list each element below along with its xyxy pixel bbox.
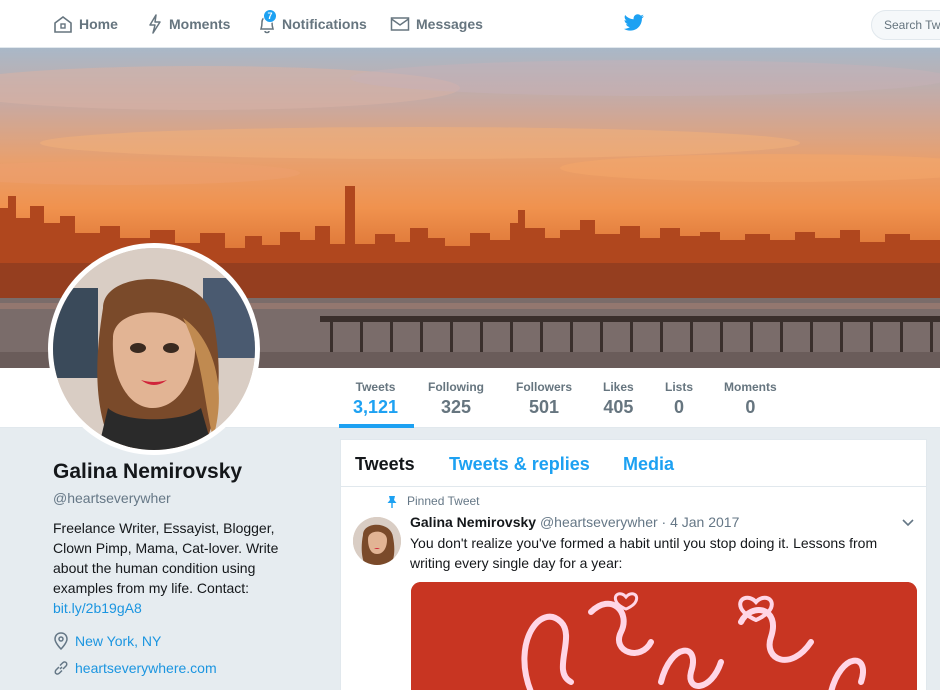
stat-following[interactable]: Following 325 — [428, 380, 484, 418]
stat-followers-value: 501 — [528, 397, 560, 417]
stat-likes-label: Likes — [603, 380, 634, 394]
home-icon — [54, 16, 72, 33]
tweet-media-image[interactable] — [411, 582, 917, 690]
stat-tweets[interactable]: Tweets 3,121 — [353, 380, 398, 418]
profile-bio-link[interactable]: bit.ly/2b19gA8 — [53, 600, 142, 616]
tweet-author-handle[interactable]: @heartseverywher — [540, 514, 658, 530]
stat-lists-value: 0 — [674, 397, 685, 417]
messages-icon — [390, 17, 410, 31]
profile-avatar[interactable] — [48, 243, 260, 455]
pinned-tweet-text: Pinned Tweet — [407, 494, 480, 508]
stat-moments[interactable]: Moments 0 — [724, 380, 777, 418]
profile-website: heartseverywhere.com — [53, 660, 323, 676]
profile-website-link[interactable]: heartseverywhere.com — [75, 660, 217, 676]
profile-name[interactable]: Galina Nemirovsky — [53, 460, 323, 484]
stat-likes[interactable]: Likes 405 — [603, 380, 634, 418]
profile-location: New York, NY — [53, 632, 323, 650]
notifications-badge: 7 — [263, 9, 277, 23]
pin-icon — [387, 495, 397, 508]
tab-tweets-replies[interactable]: Tweets & replies — [449, 454, 590, 475]
top-nav: Home Moments 7 Notifications Messages Se… — [0, 0, 940, 48]
stat-tweets-label: Tweets — [355, 380, 396, 394]
nav-messages-label: Messages — [416, 16, 483, 32]
twitter-bird-icon[interactable] — [623, 14, 645, 32]
nav-home[interactable]: Home — [53, 0, 118, 48]
search-input[interactable]: Search Tw — [871, 10, 940, 40]
tweet-author-name[interactable]: Galina Nemirovsky — [410, 514, 536, 530]
link-icon — [54, 661, 68, 675]
profile-card: Galina Nemirovsky @heartseverywher Freel… — [53, 460, 323, 676]
nav-notifications-label: Notifications — [282, 16, 367, 32]
profile-bio: Freelance Writer, Essayist, Blogger, Clo… — [53, 518, 293, 618]
stat-moments-value: 0 — [745, 397, 756, 417]
profile-location-text[interactable]: New York, NY — [75, 633, 161, 649]
chevron-down-icon[interactable] — [901, 518, 915, 528]
tweet-avatar[interactable] — [353, 517, 401, 565]
tab-tweets[interactable]: Tweets — [355, 454, 415, 475]
pinned-tweet-label: Pinned Tweet — [387, 494, 480, 508]
stat-lists-label: Lists — [665, 380, 694, 394]
tab-media[interactable]: Media — [623, 454, 674, 475]
stat-likes-value: 405 — [603, 397, 634, 417]
stat-following-value: 325 — [440, 397, 472, 417]
nav-moments[interactable]: Moments — [147, 0, 230, 48]
profile-bio-text: Freelance Writer, Essayist, Blogger, Clo… — [53, 520, 279, 596]
nav-messages[interactable]: Messages — [390, 0, 483, 48]
nav-home-label: Home — [79, 16, 118, 32]
timeline-tabs: Tweets Tweets & replies Media — [341, 440, 926, 487]
tweet-date[interactable]: · 4 Jan 2017 — [662, 514, 740, 530]
active-stat-underline — [339, 424, 414, 428]
stat-tweets-value: 3,121 — [353, 397, 399, 417]
stat-following-label: Following — [428, 380, 484, 394]
nav-notifications[interactable]: 7 Notifications — [258, 0, 367, 48]
tweet-text: You don't realize you've formed a habit … — [410, 535, 878, 571]
timeline: Tweets Tweets & replies Media Pinned Twe… — [340, 439, 927, 690]
stat-lists[interactable]: Lists 0 — [665, 380, 693, 418]
profile-handle: @heartseverywher — [53, 490, 171, 506]
tweet-header: Galina Nemirovsky @heartseverywher · 4 J… — [410, 514, 739, 530]
stat-followers-label: Followers — [516, 380, 573, 394]
stat-followers[interactable]: Followers 501 — [516, 380, 572, 418]
nav-moments-label: Moments — [169, 16, 231, 32]
location-icon — [54, 632, 68, 650]
stat-moments-label: Moments — [724, 380, 777, 394]
moments-icon — [149, 14, 161, 34]
